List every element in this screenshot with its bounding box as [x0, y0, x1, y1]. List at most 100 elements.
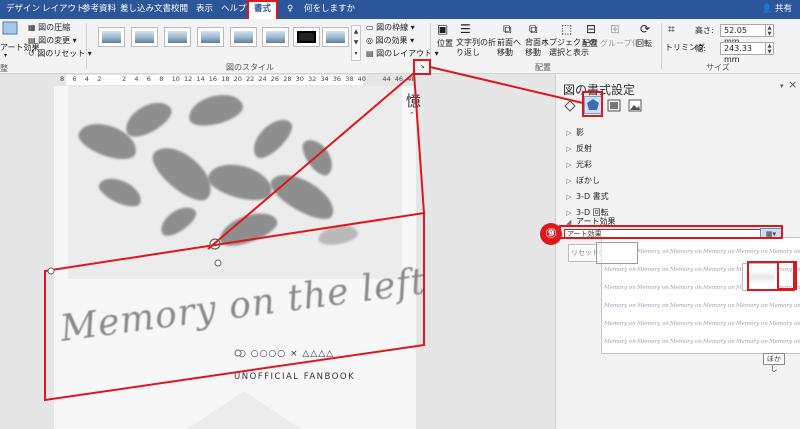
width-input[interactable]: 243.33 mm — [720, 42, 766, 64]
picture-style-5[interactable] — [230, 27, 257, 47]
picture-style-7[interactable] — [293, 27, 320, 47]
tab-design[interactable]: デザイン — [6, 0, 40, 19]
gallery-effect-cell[interactable]: Memory on the left — [670, 280, 702, 297]
tab-help[interactable]: ヘルプ — [221, 0, 247, 19]
gallery-effect-cell[interactable]: Memory on the left — [769, 316, 800, 333]
section-reflection[interactable]: ▷ 反射 — [566, 143, 592, 154]
section-label: 光彩 — [576, 160, 592, 169]
gallery-effect-cell[interactable]: Memory on the left — [637, 298, 669, 315]
share-button[interactable]: 👤 共有 — [762, 0, 792, 19]
pane-options-icon[interactable]: ▾ — [780, 82, 784, 90]
ruler-number: 14 — [196, 75, 205, 83]
gallery-effect-cell[interactable]: Memory on the left — [637, 262, 669, 279]
gallery-effect-cell[interactable]: Memory on the left — [703, 298, 735, 315]
group-button[interactable]: グループ化 — [600, 38, 640, 49]
tab-references[interactable]: 参考資料 — [82, 0, 116, 19]
art-effect-icon — [2, 21, 18, 35]
gallery-effect-cell[interactable]: Memory on the left — [736, 316, 768, 333]
dialog-launcher-icon[interactable]: ↘ — [420, 63, 425, 70]
picture-style-3[interactable] — [164, 27, 191, 47]
gallery-effect-cell[interactable]: Memory on the left — [769, 334, 800, 351]
section-3d-format[interactable]: ▷ 3-D 書式 — [566, 191, 609, 202]
compress-picture-button[interactable]: ▦ 図の圧縮 — [28, 22, 70, 33]
gallery-effect-cell[interactable]: Memory on the left — [604, 316, 636, 333]
gallery-effect-cell[interactable]: Memory on the left — [736, 298, 768, 315]
gallery-effect-cell[interactable]: Memory on the left — [637, 280, 669, 297]
gallery-effect-cell[interactable]: Memory on the left — [703, 316, 735, 333]
fill-line-icon[interactable] — [563, 99, 577, 112]
gallery-effect-cell[interactable]: Memory on the left — [604, 262, 636, 279]
rotate-icon: ⟳ — [640, 22, 651, 36]
bring-forward-button[interactable]: 前面へ移動 — [497, 38, 525, 58]
document-area: 憶 ⌃ Memory on the left ○ ○○○○ × △△△△ UNO… — [0, 86, 555, 429]
tab-view[interactable]: 表示 — [196, 0, 213, 19]
tell-me-search[interactable]: ♀ 何をしますか — [287, 0, 355, 19]
width-spinner[interactable]: ▲ ▼ — [766, 42, 774, 55]
gallery-effect-cell[interactable]: Memory on the left — [703, 262, 735, 279]
tab-review[interactable]: 校閲 — [171, 0, 188, 19]
height-spinner[interactable]: ▲ ▼ — [766, 24, 774, 37]
bottom-decoration — [184, 391, 304, 429]
reset-picture-button[interactable]: ↺ 図のリセット ▾ — [28, 48, 92, 59]
gallery-effect-cell[interactable]: Memory on the left — [670, 316, 702, 333]
gallery-cell-none[interactable] — [596, 242, 638, 264]
gallery-effect-cell[interactable]: Memory on the left — [637, 244, 669, 261]
gallery-effect-cell[interactable]: Memory on the left — [604, 334, 636, 351]
picture-icon[interactable] — [628, 99, 642, 112]
gallery-effect-cell[interactable]: Memory on the left — [637, 334, 669, 351]
ruler-number: 44 — [382, 75, 391, 83]
change-picture-button[interactable]: ▤ 図の変更 ▾ — [28, 35, 77, 46]
gallery-effect-cell[interactable]: Memory on the left — [769, 298, 800, 315]
section-soft-edges[interactable]: ▷ ぼかし — [566, 175, 600, 186]
gallery-effect-cell[interactable]: Memory on the left — [637, 316, 669, 333]
position-icon: ▣ — [437, 22, 449, 36]
gallery-effect-cell[interactable]: Memory on the left — [703, 334, 735, 351]
gallery-effect-cell[interactable]: Memory on the left — [769, 244, 800, 261]
section-artistic-effects[interactable]: ◢ アート効果 — [566, 216, 616, 227]
height-input[interactable]: 52.05 mm — [720, 24, 766, 46]
picture-border-button[interactable]: ▭ 図の枠線 ▾ — [366, 22, 415, 33]
gallery-effect-cell[interactable]: Memory on the left — [604, 298, 636, 315]
layout-properties-icon[interactable] — [607, 99, 621, 112]
gallery-effect-cell[interactable]: Memory on the left — [604, 280, 636, 297]
picture-style-1[interactable] — [98, 27, 125, 47]
picture-style-8[interactable] — [322, 27, 349, 47]
horizontal-ruler[interactable]: 8 6 4 2 2 4 6 8 10 12 14 16 18 20 22 24 26 28 30 32 34 36 38 40… — [0, 74, 555, 86]
ruler-number: 10 — [171, 75, 180, 83]
tab-layout[interactable]: レイアウト — [42, 0, 85, 19]
tab-mailings[interactable]: 差し込み文書 — [120, 0, 171, 19]
section-shadow[interactable]: ▷ 影 — [566, 127, 584, 138]
picture-effects-button[interactable]: ◎ 図の効果 ▾ — [366, 35, 414, 46]
picture-style-6[interactable] — [262, 27, 289, 47]
gallery-effect-cell[interactable]: Memory on the left — [703, 280, 735, 297]
effects-pentagon-icon[interactable] — [584, 96, 602, 114]
gallery-more-button[interactable]: ▲ ▼ ▾ — [351, 25, 361, 61]
ruler-number: 22 — [246, 75, 255, 83]
artistic-effect-label: アート効果 — [567, 230, 602, 238]
gallery-effect-cell[interactable]: Memory on the left — [670, 262, 702, 279]
picture-style-4[interactable] — [197, 27, 224, 47]
tab-picture-format[interactable]: 書式 — [247, 0, 278, 19]
section-label: 影 — [576, 128, 584, 137]
document-page[interactable]: 憶 ⌃ Memory on the left ○ ○○○○ × △△△△ UNO… — [54, 86, 428, 429]
picture-layout-button[interactable]: ▤ 図のレイアウト ▾ — [366, 48, 439, 59]
reset-label: 図のリセット — [37, 49, 86, 58]
gallery-effect-cell[interactable]: Memory on the left — [670, 244, 702, 261]
picture-style-2[interactable] — [131, 27, 158, 47]
gallery-effect-cell[interactable]: Memory on the left — [670, 334, 702, 351]
gallery-effect-cell[interactable]: Memory on the left — [670, 298, 702, 315]
rotate-button[interactable]: 回転 — [636, 38, 652, 49]
gallery-effect-cell[interactable]: Memory on the left — [703, 244, 735, 261]
gallery-cell-blur[interactable] — [742, 263, 778, 291]
gallery-effect-cell[interactable]: Memory on the left — [736, 244, 768, 261]
align-button[interactable]: 配置 — [582, 38, 598, 49]
section-glow[interactable]: ▷ 光彩 — [566, 159, 592, 170]
align-icon: ⊟ — [586, 22, 597, 36]
ruler-number: 2 — [97, 75, 102, 83]
picture-effects-label: 図の効果 — [375, 36, 408, 45]
leaf-shadow-photo[interactable] — [68, 86, 402, 279]
wrap-text-button[interactable]: 文字列の折り返し — [456, 38, 500, 58]
position-button[interactable]: 位置 — [437, 38, 453, 49]
gallery-effect-cell[interactable]: Memory on the left — [736, 334, 768, 351]
close-icon[interactable]: × — [788, 78, 797, 91]
